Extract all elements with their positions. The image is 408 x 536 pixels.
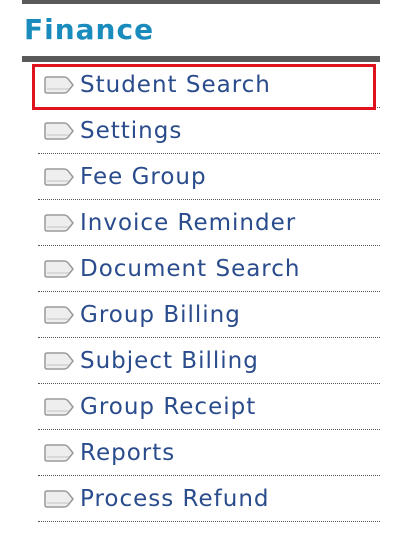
menu-item-label: Subject Billing bbox=[80, 347, 259, 374]
menu-item-label: Group Billing bbox=[80, 301, 241, 328]
menu-item-label: Process Refund bbox=[80, 485, 270, 512]
menu-item-fee-group[interactable]: Fee Group bbox=[38, 154, 380, 200]
top-divider bbox=[22, 0, 380, 4]
tab-icon bbox=[44, 75, 74, 94]
menu-item-label: Reports bbox=[80, 439, 176, 466]
finance-menu: Student Search Settings Fee Group Invoic… bbox=[32, 62, 380, 522]
menu-item-settings[interactable]: Settings bbox=[38, 108, 380, 154]
tab-icon bbox=[44, 167, 74, 186]
menu-item-student-search[interactable]: Student Search bbox=[32, 62, 380, 110]
tab-icon bbox=[44, 213, 74, 232]
menu-item-reports[interactable]: Reports bbox=[38, 430, 380, 476]
menu-item-invoice-reminder[interactable]: Invoice Reminder bbox=[38, 200, 380, 246]
section-title: Finance bbox=[24, 13, 155, 46]
tab-icon bbox=[44, 397, 74, 416]
menu-item-group-billing[interactable]: Group Billing bbox=[38, 292, 380, 338]
menu-item-document-search[interactable]: Document Search bbox=[38, 246, 380, 292]
tab-icon bbox=[44, 443, 74, 462]
tab-icon bbox=[44, 305, 74, 324]
tab-icon bbox=[44, 259, 74, 278]
menu-item-label: Document Search bbox=[80, 255, 301, 282]
tab-icon bbox=[44, 351, 74, 370]
menu-item-group-receipt[interactable]: Group Receipt bbox=[38, 384, 380, 430]
tab-icon bbox=[44, 489, 74, 508]
menu-item-label: Group Receipt bbox=[80, 393, 257, 420]
menu-item-label: Student Search bbox=[80, 71, 271, 98]
menu-item-subject-billing[interactable]: Subject Billing bbox=[38, 338, 380, 384]
menu-item-label: Settings bbox=[80, 117, 183, 144]
menu-item-label: Fee Group bbox=[80, 163, 207, 190]
tab-icon bbox=[44, 121, 74, 140]
menu-item-label: Invoice Reminder bbox=[80, 209, 297, 236]
menu-item-process-refund[interactable]: Process Refund bbox=[38, 476, 380, 522]
